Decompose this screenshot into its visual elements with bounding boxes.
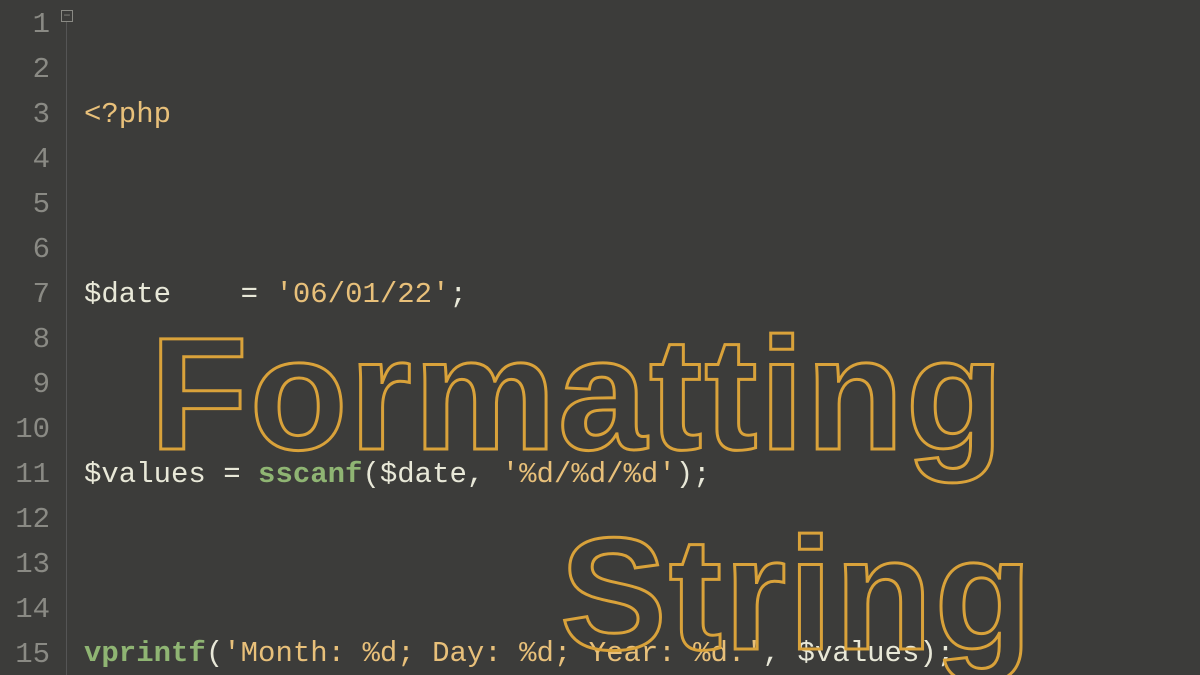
line-number: 3	[0, 92, 50, 137]
function-call: vprintf	[84, 637, 206, 670]
paren: )	[919, 637, 936, 670]
string-literal: '06/01/22'	[275, 278, 449, 311]
line-number: 10	[0, 407, 50, 452]
fold-toggle-icon[interactable]: −	[61, 10, 73, 22]
fold-column: −	[60, 0, 78, 675]
variable: $values	[84, 458, 206, 491]
code-editor: 1 2 3 4 5 6 7 8 9 10 11 12 13 14 15 − <?…	[0, 0, 1200, 675]
semicolon: ;	[693, 458, 710, 491]
line-number: 15	[0, 632, 50, 675]
code-area[interactable]: <?php $date = '06/01/22'; $values = ssca…	[78, 0, 1200, 675]
code-line: vprintf('Month: %d; Day: %d; Year: %d.',…	[84, 631, 1200, 675]
string-literal: 'Month: %d; Day: %d; Year: %d.'	[223, 637, 763, 670]
line-number-gutter: 1 2 3 4 5 6 7 8 9 10 11 12 13 14 15	[0, 0, 60, 675]
operator: =	[206, 458, 258, 491]
fold-guide-line	[66, 22, 67, 675]
line-number: 5	[0, 182, 50, 227]
function-call: sscanf	[258, 458, 362, 491]
line-number: 13	[0, 542, 50, 587]
variable: $date	[380, 458, 467, 491]
line-number: 1	[0, 2, 50, 47]
line-number: 12	[0, 497, 50, 542]
line-number: 11	[0, 452, 50, 497]
line-number: 2	[0, 47, 50, 92]
paren: (	[206, 637, 223, 670]
code-line: <?php	[84, 92, 1200, 137]
whitespace	[171, 278, 223, 311]
line-number: 9	[0, 362, 50, 407]
variable: $values	[798, 637, 920, 670]
line-number: 7	[0, 272, 50, 317]
line-number: 6	[0, 227, 50, 272]
paren: )	[676, 458, 693, 491]
operator: =	[223, 278, 275, 311]
line-number: 14	[0, 587, 50, 632]
semicolon: ;	[937, 637, 954, 670]
php-open-tag: <?php	[84, 98, 171, 131]
comma: ,	[763, 637, 798, 670]
variable: $date	[84, 278, 171, 311]
line-number: 4	[0, 137, 50, 182]
paren: (	[362, 458, 379, 491]
line-number: 8	[0, 317, 50, 362]
comma: ,	[467, 458, 502, 491]
string-literal: '%d/%d/%d'	[502, 458, 676, 491]
code-line: $date = '06/01/22';	[84, 272, 1200, 317]
semicolon: ;	[449, 278, 466, 311]
code-line: $values = sscanf($date, '%d/%d/%d');	[84, 452, 1200, 497]
